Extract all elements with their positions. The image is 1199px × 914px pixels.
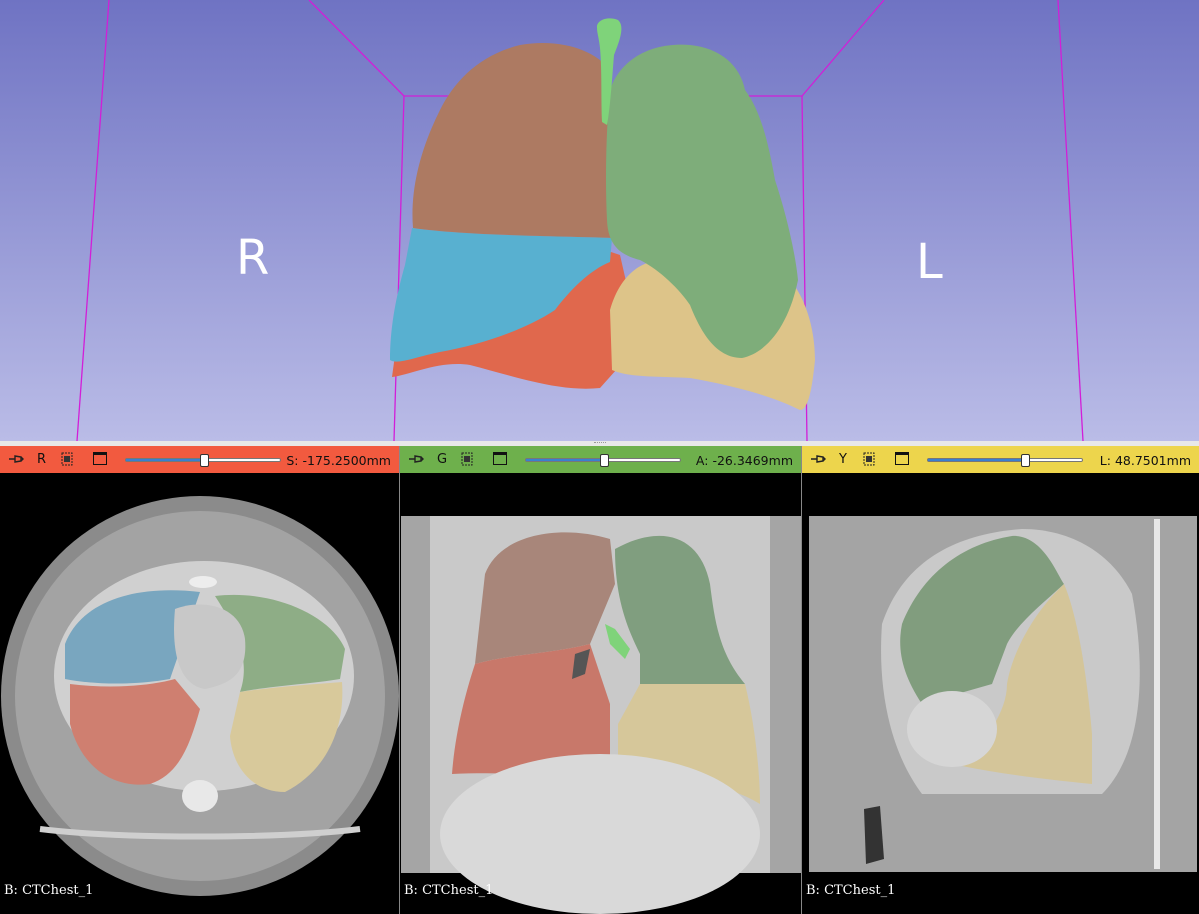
3d-scene [0,0,1199,441]
axial-ct-image [0,474,399,914]
slice-caption-green: B: CTChest_1 [404,883,494,898]
slice-caption-yellow: B: CTChest_1 [806,883,896,898]
slice-letter-green: G [437,452,448,467]
slice-caption-red: B: CTChest_1 [4,883,94,898]
slice-view-yellow[interactable]: Y L: 48.7501mm B: CTChest_1 [802,446,1199,914]
orientation-marker-r: R [236,230,270,286]
slider-thumb[interactable] [200,454,209,467]
pin-icon[interactable] [810,453,826,465]
slice-view-green[interactable]: G A: -26.3469mm B: CTChest_1 [400,446,801,914]
maximize-view-icon[interactable] [895,452,909,465]
slice-controller-yellow: Y L: 48.7501mm [802,446,1199,473]
slice-image-green[interactable] [400,474,801,914]
slice-offset-slider[interactable] [927,454,1083,467]
slice-offset-value: A: -26.3469mm [695,453,793,468]
splitter-grip[interactable] [594,442,606,445]
pin-icon[interactable] [408,453,424,465]
slider-thumb[interactable] [600,454,609,467]
slice-image-yellow[interactable] [802,474,1199,914]
pin-icon[interactable] [8,453,24,465]
slice-controller-green: G A: -26.3469mm [400,446,801,473]
slice-offset-slider[interactable] [525,454,681,467]
slice-offset-slider[interactable] [125,454,281,467]
slice-controller-red: R S: -175.2500mm [0,446,399,473]
slider-thumb[interactable] [1021,454,1030,467]
link-icon[interactable] [460,451,474,467]
slice-view-red[interactable]: R S: -175.2500mm B: CTChest_1 [0,446,399,914]
maximize-view-icon[interactable] [93,452,107,465]
slice-offset-value: L: 48.7501mm [1099,453,1191,468]
slice-letter-red: R [37,452,47,467]
link-icon[interactable] [60,451,74,467]
orientation-marker-l: L [916,234,943,290]
sagittal-ct-image [802,474,1199,914]
slice-letter-yellow: Y [839,452,847,467]
link-icon[interactable] [862,451,876,467]
coronal-ct-image [400,474,801,914]
maximize-view-icon[interactable] [493,452,507,465]
slice-offset-value: S: -175.2500mm [286,453,391,468]
3d-view[interactable]: R L [0,0,1199,441]
slice-image-red[interactable] [0,474,399,914]
